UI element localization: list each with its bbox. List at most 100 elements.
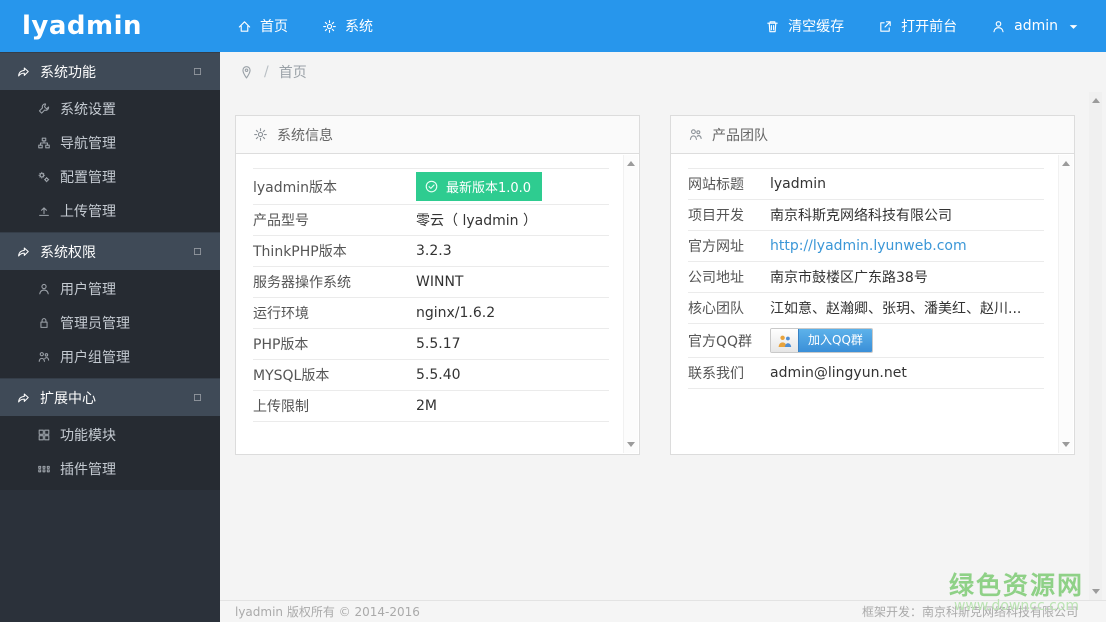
sidebar-item[interactable]: 功能模块: [0, 418, 220, 452]
top-header: lyadmin 首页 系统 清空缓存 打开前台 admin: [0, 0, 1106, 52]
top-nav: 首页 系统: [220, 0, 390, 52]
share-icon: [15, 390, 30, 405]
row-value: admin@lingyun.net: [770, 365, 907, 381]
sidebar-item[interactable]: 导航管理: [0, 126, 220, 160]
table-row: 核心团队 江如意、赵瀚卿、张玥、潘美红、赵川...: [688, 293, 1044, 324]
user-icon: [36, 282, 51, 297]
row-label: 上传限制: [253, 399, 309, 415]
scroll-down-arrow[interactable]: [1091, 589, 1100, 594]
panels-row: 系统信息 lyadmin版本 最新版本1.0.0 产品型号 零云（ lyadmin ）…: [220, 92, 1106, 455]
main-area: / 首页 系统信息 lyadmin版本 最新版本1.0.0 产品型号 零云（ lyad…: [220, 52, 1106, 622]
row-label: 官方网址: [688, 239, 744, 255]
sidebar-section[interactable]: 扩展中心: [0, 378, 220, 416]
table-row: 官方网址 http://lyadmin.lyunweb.com: [688, 231, 1044, 262]
breadcrumb-separator: /: [264, 64, 269, 80]
panel-scrollbar[interactable]: [1058, 155, 1073, 453]
sidebar-item-label: 用户组管理: [60, 350, 130, 366]
scroll-down-arrow[interactable]: [627, 442, 635, 447]
sidebar-item[interactable]: 插件管理: [0, 452, 220, 486]
system-info-table: lyadmin版本 最新版本1.0.0 产品型号 零云（ lyadmin ） Think…: [253, 168, 609, 422]
sidebar-section-items: 系统设置导航管理配置管理上传管理: [0, 90, 220, 232]
clear-cache-button[interactable]: 清空缓存: [748, 0, 861, 52]
user-menu[interactable]: admin: [974, 0, 1098, 52]
sidebar-item-label: 用户管理: [60, 282, 116, 298]
row-label: 联系我们: [688, 366, 744, 382]
table-row: MYSQL版本 5.5.40: [253, 360, 609, 391]
external-link-icon: [878, 19, 893, 34]
row-label: 运行环境: [253, 306, 309, 322]
row-value: 5.5.17: [416, 336, 461, 352]
scroll-up-arrow[interactable]: [1091, 98, 1100, 103]
system-info-header: 系统信息: [236, 116, 639, 154]
upload-icon: [36, 204, 51, 219]
sidebar-item[interactable]: 用户管理: [0, 272, 220, 306]
grid-icon: [36, 428, 51, 443]
row-label: lyadmin版本: [253, 179, 338, 196]
users-icon: [688, 127, 703, 142]
cogs-icon: [36, 170, 51, 185]
nav-home[interactable]: 首页: [220, 0, 305, 52]
sidebar-section-label: 扩展中心: [40, 390, 96, 407]
nav-home-label: 首页: [260, 19, 288, 35]
row-value: 零云（ lyadmin ）: [416, 213, 537, 229]
product-team-header: 产品团队: [671, 116, 1074, 154]
table-row: ThinkPHP版本 3.2.3: [253, 236, 609, 267]
system-info-panel: 系统信息 lyadmin版本 最新版本1.0.0 产品型号 零云（ lyadmin ）…: [235, 115, 640, 455]
open-frontend-button[interactable]: 打开前台: [861, 0, 974, 52]
qq-button-label: 加入QQ群: [798, 329, 872, 352]
watermark-url: www.downcc.com: [953, 598, 1080, 615]
sidebar-section-items: 用户管理管理员管理用户组管理: [0, 270, 220, 378]
sidebar-section-label: 系统功能: [40, 64, 96, 81]
gear-icon: [322, 19, 337, 34]
row-label: 核心团队: [688, 301, 744, 317]
share-icon: [15, 64, 30, 79]
panel-scrollbar[interactable]: [623, 155, 638, 453]
sidebar-item-label: 系统设置: [60, 102, 116, 118]
sidebar-item[interactable]: 管理员管理: [0, 306, 220, 340]
location-marker-icon: [239, 65, 254, 80]
badge-label: 最新版本1.0.0: [446, 181, 532, 196]
scroll-up-arrow[interactable]: [627, 161, 635, 166]
app-logo[interactable]: lyadmin: [0, 0, 220, 52]
system-info-title: 系统信息: [277, 127, 333, 144]
sidebar-item-label: 导航管理: [60, 136, 116, 152]
plugin-icon: [36, 462, 51, 477]
sidebar-section[interactable]: 系统权限: [0, 232, 220, 270]
site-watermark: 绿色资源网 www.downcc.com: [948, 571, 1084, 615]
row-label: 网站标题: [688, 177, 744, 193]
row-value: 南京市鼓楼区广东路38号: [770, 270, 928, 286]
gear-icon: [253, 127, 268, 142]
watermark-title: 绿色资源网: [948, 571, 1084, 601]
collapse-icon[interactable]: [190, 244, 205, 259]
table-row: 官方QQ群 加入QQ群: [688, 324, 1044, 358]
sidebar-item[interactable]: 系统设置: [0, 92, 220, 126]
breadcrumb-current[interactable]: 首页: [279, 62, 307, 82]
row-label: 服务器操作系统: [253, 275, 351, 291]
sidebar-item[interactable]: 用户组管理: [0, 340, 220, 374]
sidebar-item[interactable]: 配置管理: [0, 160, 220, 194]
collapse-icon[interactable]: [190, 390, 205, 405]
scroll-up-arrow[interactable]: [1062, 161, 1070, 166]
scroll-down-arrow[interactable]: [1062, 442, 1070, 447]
header-actions: 清空缓存 打开前台 admin: [748, 0, 1106, 52]
table-row: 产品型号 零云（ lyadmin ）: [253, 205, 609, 236]
row-value: WINNT: [416, 274, 464, 290]
table-row: 服务器操作系统 WINNT: [253, 267, 609, 298]
collapse-icon[interactable]: [190, 64, 205, 79]
check-icon: [424, 179, 439, 194]
nav-system[interactable]: 系统: [305, 0, 390, 52]
sidebar-section[interactable]: 系统功能: [0, 52, 220, 90]
wrench-icon: [36, 102, 51, 117]
table-row: 项目开发 南京科斯克网络科技有限公司: [688, 200, 1044, 231]
product-team-table: 网站标题 lyadmin 项目开发 南京科斯克网络科技有限公司 官方网址 http://l…: [688, 168, 1044, 389]
main-scrollbar[interactable]: [1089, 92, 1102, 600]
row-label: 官方QQ群: [688, 333, 753, 350]
chevron-down-icon: [1066, 19, 1081, 34]
sidebar-item[interactable]: 上传管理: [0, 194, 220, 228]
join-qq-group-button[interactable]: 加入QQ群: [770, 328, 873, 353]
website-link[interactable]: http://lyadmin.lyunweb.com: [770, 238, 967, 254]
row-value: 3.2.3: [416, 243, 452, 259]
table-row: lyadmin版本 最新版本1.0.0: [253, 169, 609, 205]
sidebar-item-label: 配置管理: [60, 170, 116, 186]
lock-icon: [36, 316, 51, 331]
